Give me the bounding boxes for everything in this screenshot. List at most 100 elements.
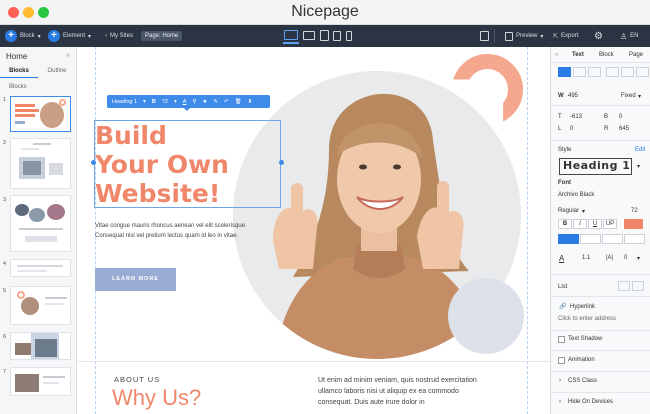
user-language-button[interactable]: ♙ EN	[620, 25, 639, 47]
move-down-icon[interactable]: ⬇	[248, 99, 253, 105]
block-thumbnail[interactable]	[10, 138, 71, 189]
align-top-icon[interactable]	[606, 67, 619, 77]
app-window: Nicepage + Block ▾ + Element ▾ ‹ My Site…	[0, 0, 650, 414]
position-align-group	[558, 67, 601, 77]
left-panel-tabs: Blocks Outline	[0, 65, 76, 78]
hyperlink-label: Hyperlink	[570, 304, 596, 310]
phone-view-icon[interactable]	[346, 31, 352, 41]
format-buttons: B I U UP	[558, 219, 617, 229]
align-right-icon[interactable]	[588, 67, 601, 77]
chevron-right-icon[interactable]: ›	[559, 399, 561, 405]
block-thumbnail[interactable]	[10, 259, 71, 277]
left-panel: Home « Blocks Outline Blocks 1 2 3 4 5 6…	[0, 47, 77, 414]
bold-icon[interactable]: B	[152, 99, 156, 105]
hide-on-devices-label[interactable]: Hide On Devices	[568, 399, 613, 405]
block-thumbnail[interactable]	[10, 332, 71, 360]
block-thumbnail[interactable]	[10, 96, 71, 132]
desktop-view-stand	[283, 42, 299, 44]
chevron-right-icon[interactable]: ›	[559, 378, 561, 384]
width-mode-dropdown[interactable]: Fixed	[621, 93, 636, 99]
line-height-icon: A	[559, 254, 565, 263]
page-selector-label: Page: Home	[141, 31, 183, 41]
italic-button[interactable]: I	[573, 219, 587, 229]
add-block-button[interactable]: + Block ▾	[5, 25, 41, 47]
why-us-heading[interactable]: Why Us?	[112, 385, 201, 411]
list-label: List	[558, 284, 568, 290]
page-canvas[interactable]: Heading 1 ▾ B 72 ▾ A ⚲ ★ ✎ ↶ 🗑 ⬇ Build Y…	[78, 47, 550, 414]
text-align-center-icon[interactable]	[580, 234, 601, 244]
add-element-button[interactable]: + Element ▾	[48, 25, 91, 47]
tab-text[interactable]: Text	[572, 52, 584, 58]
uppercase-button[interactable]: UP	[603, 219, 617, 229]
text-justify-icon[interactable]	[624, 234, 645, 244]
tab-block[interactable]: Block	[599, 52, 614, 58]
align-center-icon[interactable]	[573, 67, 586, 77]
animation-checkbox[interactable]	[558, 357, 565, 364]
page-selector[interactable]: Page: Home	[141, 25, 183, 47]
font-weight-select[interactable]: Regular	[558, 208, 579, 214]
export-button[interactable]: ⇱ Export	[553, 25, 578, 47]
edit-icon[interactable]: ✎	[213, 99, 218, 105]
tab-blocks[interactable]: Blocks	[0, 65, 38, 78]
text-shadow-checkbox[interactable]	[558, 336, 565, 343]
align-bottom-icon[interactable]	[636, 67, 649, 77]
hero-heading[interactable]: Build Your Own Website!	[95, 121, 229, 208]
bullet-list-icon[interactable]	[618, 281, 630, 291]
width-value[interactable]: 495	[568, 93, 578, 99]
window-title: Nicepage	[291, 3, 359, 20]
line-height-value[interactable]: 1.1	[582, 255, 590, 261]
text-color-swatch[interactable]	[624, 219, 643, 229]
save-icon[interactable]	[480, 31, 489, 41]
block-thumbnail[interactable]	[10, 286, 71, 325]
css-class-label[interactable]: CSS Class	[568, 378, 597, 384]
font-size-value[interactable]: 72	[631, 208, 638, 214]
laptop-view-icon[interactable]	[303, 31, 315, 40]
preview-button[interactable]: Preview ▾	[505, 25, 543, 47]
toolbar-divider	[494, 29, 495, 43]
tablet-view-icon[interactable]	[320, 30, 329, 41]
link-icon[interactable]: ⚲	[192, 99, 196, 105]
numbered-list-icon[interactable]	[632, 281, 644, 291]
letter-spacing-value[interactable]: 0	[624, 255, 627, 261]
left-value[interactable]: 0	[570, 126, 573, 132]
editor-toolbar: + Block ▾ + Element ▾ ‹ My Sites Page: H…	[0, 25, 650, 47]
style-select[interactable]: Heading 1	[559, 158, 632, 175]
text-align-left-icon[interactable]	[558, 234, 579, 244]
block-thumbnail[interactable]	[10, 367, 71, 396]
resize-handle[interactable]	[279, 160, 284, 165]
properties-panel: » Text Block Page W 495 Fixed ▾ T -613 B…	[550, 47, 650, 414]
text-color-icon[interactable]: A	[183, 99, 187, 105]
delete-icon[interactable]: 🗑	[235, 99, 242, 105]
align-left-icon[interactable]	[558, 67, 571, 77]
expand-panel-icon[interactable]: »	[555, 52, 558, 58]
bottom-value[interactable]: 0	[619, 114, 622, 120]
bold-button[interactable]: B	[558, 219, 572, 229]
about-paragraph[interactable]: Ut enim ad minim veniam, quis nostrud ex…	[318, 375, 478, 408]
learn-more-button[interactable]: LEARN MORE	[95, 268, 176, 291]
underline-button[interactable]: U	[588, 219, 602, 229]
collapse-panel-icon[interactable]: «	[66, 52, 70, 59]
font-family-select[interactable]: Archivo Black	[558, 192, 594, 198]
heading-line: Website!	[95, 179, 221, 208]
tablet-portrait-view-icon[interactable]	[333, 31, 341, 41]
left-panel-header: Home «	[0, 47, 76, 65]
right-value[interactable]: 645	[619, 126, 629, 132]
hero-paragraph[interactable]: Vitae congue mauris rhoncus aenean vel e…	[95, 221, 255, 241]
tab-outline[interactable]: Outline	[38, 65, 76, 78]
desktop-view-icon[interactable]	[284, 30, 298, 40]
align-middle-icon[interactable]	[621, 67, 634, 77]
style-dropdown[interactable]: Heading 1	[112, 99, 137, 105]
block-thumbnail[interactable]	[10, 195, 71, 252]
edit-style-link[interactable]: Edit	[635, 147, 645, 153]
my-sites-button[interactable]: ‹ My Sites	[105, 25, 133, 47]
my-sites-label: My Sites	[110, 33, 134, 39]
divider	[551, 330, 650, 331]
top-value[interactable]: -613	[570, 114, 582, 120]
text-align-right-icon[interactable]	[602, 234, 623, 244]
font-size-dropdown[interactable]: 72	[162, 99, 168, 105]
undo-icon[interactable]: ↶	[224, 99, 229, 105]
star-icon[interactable]: ★	[202, 99, 207, 105]
tab-page[interactable]: Page	[629, 52, 643, 58]
hyperlink-input[interactable]: Click to enter address	[558, 316, 616, 322]
settings-button[interactable]: ⚙	[594, 25, 603, 47]
